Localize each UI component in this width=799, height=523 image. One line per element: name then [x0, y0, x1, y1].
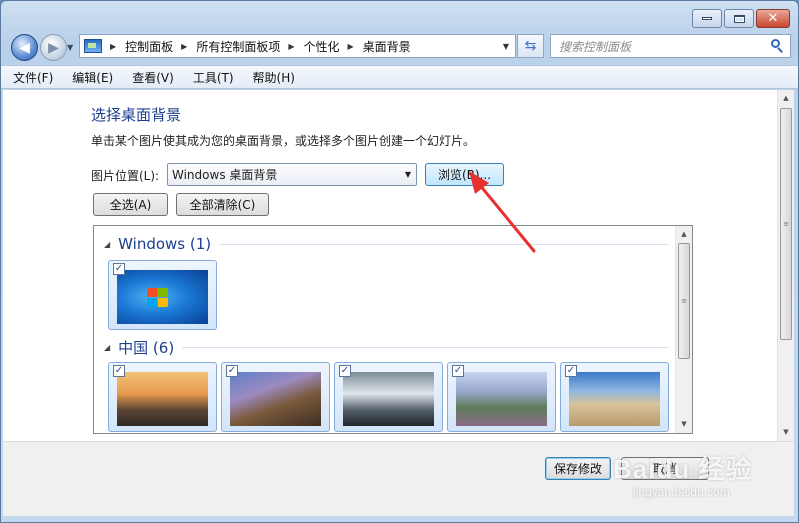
wallpaper-thumbnail[interactable]: ✓ — [334, 362, 443, 432]
save-changes-button[interactable]: 保存修改 — [545, 457, 611, 480]
group-name: Windows (1) — [118, 235, 212, 253]
page-title: 选择桌面背景 — [91, 106, 182, 124]
picture-location-select[interactable]: Windows 桌面背景 ▼ — [167, 163, 417, 186]
breadcrumb-desktop-background[interactable]: 桌面背景 — [363, 38, 411, 55]
back-arrow-icon: ◀ — [19, 39, 30, 56]
thumbnail-checkbox[interactable]: ✓ — [339, 365, 351, 377]
breadcrumb-separator-icon[interactable]: ▶ — [288, 42, 294, 51]
menu-help[interactable]: 帮助(H) — [253, 69, 295, 86]
breadcrumb-control-panel[interactable]: 控制面板 — [125, 38, 173, 55]
thumbnail-checkbox[interactable]: ✓ — [452, 365, 464, 377]
collapse-triangle-icon[interactable]: ◢ — [104, 343, 110, 352]
thumbnail-checkbox[interactable]: ✓ — [226, 365, 238, 377]
group-header-windows[interactable]: ◢ Windows (1) — [104, 235, 669, 253]
content-area: 选择桌面背景 单击某个图片使其成为您的桌面背景，或选择多个图片创建一个幻灯片。 … — [3, 90, 777, 448]
scrollbar-thumb[interactable]: ≡ — [780, 108, 792, 340]
refresh-icon: ⇆ — [524, 38, 537, 54]
wallpaper-thumbnail[interactable]: ✓ — [108, 260, 217, 330]
china-wallpaper-image — [456, 372, 547, 426]
menu-tools[interactable]: 工具(T) — [193, 69, 234, 86]
scroll-down-icon[interactable]: ▼ — [778, 424, 794, 440]
menu-edit[interactable]: 编辑(E) — [72, 69, 113, 86]
maximize-button[interactable] — [724, 9, 754, 28]
wallpaper-thumbnail[interactable]: ✓ — [447, 362, 556, 432]
china-wallpaper-image — [343, 372, 434, 426]
china-wallpaper-image — [230, 372, 321, 426]
maximize-icon — [733, 14, 745, 23]
thumbnail-checkbox[interactable]: ✓ — [113, 263, 125, 275]
breadcrumb-separator-icon[interactable]: ▶ — [348, 42, 354, 51]
forward-button[interactable]: ▶ — [40, 34, 67, 61]
scroll-up-icon[interactable]: ▲ — [676, 226, 692, 242]
page-scrollbar[interactable]: ▲ ≡ ▼ — [777, 90, 794, 441]
baidu-watermark-logo: Baidu 经验 — [613, 454, 753, 484]
breadcrumb-all-items[interactable]: 所有控制面板项 — [196, 38, 280, 55]
close-button[interactable]: ✕ — [756, 9, 790, 28]
wallpaper-thumbnail[interactable]: ✓ — [221, 362, 330, 432]
baidu-watermark-url: jingyan.baidu.com — [633, 485, 730, 499]
back-button[interactable]: ◀ — [11, 34, 38, 61]
search-placeholder: 搜索控制面板 — [559, 39, 632, 54]
close-icon: ✕ — [767, 11, 779, 26]
thumbnail-checkbox[interactable]: ✓ — [113, 365, 125, 377]
control-panel-icon — [84, 39, 102, 53]
forward-arrow-icon: ▶ — [48, 39, 59, 56]
group-divider — [182, 347, 669, 348]
group-header-china[interactable]: ◢ 中国 (6) — [104, 337, 669, 358]
caption-buttons: ✕ — [692, 9, 790, 28]
breadcrumb-separator-icon[interactable]: ▶ — [110, 42, 116, 51]
collapse-triangle-icon[interactable]: ◢ — [104, 240, 110, 249]
recent-pages-dropdown-icon[interactable]: ▼ — [67, 43, 73, 52]
menu-file[interactable]: 文件(F) — [13, 69, 53, 86]
scrollbar-thumb[interactable]: ≡ — [678, 243, 690, 359]
china-wallpaper-image — [117, 372, 208, 426]
control-panel-window: ✕ ◀ ▶ ▼ ▶ 控制面板 ▶ 所有控制面板项 ▶ 个性化 ▶ 桌面背景 ▼ … — [0, 0, 799, 523]
page-description: 单击某个图片使其成为您的桌面背景，或选择多个图片创建一个幻灯片。 — [91, 134, 476, 148]
search-input[interactable]: 搜索控制面板 — [550, 34, 791, 58]
wallpaper-thumbnail[interactable]: ✓ — [560, 362, 669, 432]
breadcrumb-personalization[interactable]: 个性化 — [304, 38, 340, 55]
thumbnail-checkbox[interactable]: ✓ — [565, 365, 577, 377]
select-all-button[interactable]: 全选(A) — [93, 193, 168, 216]
windows-logo-icon — [147, 288, 169, 308]
wallpaper-gallery: ◢ Windows (1) ✓ ◢ 中国 (6) ✓ ✓ ✓ ✓ ✓ ▲ ≡ ▼ — [93, 225, 693, 434]
picture-location-value: Windows 桌面背景 — [172, 168, 278, 182]
search-icon[interactable] — [770, 39, 784, 53]
china-wallpaper-image — [569, 372, 660, 426]
group-name: 中国 (6) — [118, 339, 175, 357]
chevron-down-icon: ▼ — [404, 170, 411, 179]
clear-all-button[interactable]: 全部清除(C) — [176, 193, 269, 216]
minimize-icon — [702, 17, 712, 20]
browse-button[interactable]: 浏览(B)... — [425, 163, 504, 186]
wallpaper-thumbnail[interactable]: ✓ — [108, 362, 217, 432]
address-dropdown-icon[interactable]: ▼ — [503, 42, 509, 51]
menu-bar: 文件(F) 编辑(E) 查看(V) 工具(T) 帮助(H) — [1, 65, 798, 89]
scroll-up-icon[interactable]: ▲ — [778, 90, 794, 106]
windows7-wallpaper-image — [117, 270, 208, 324]
refresh-button[interactable]: ⇆ — [517, 34, 544, 58]
minimize-button[interactable] — [692, 9, 722, 28]
picture-location-label: 图片位置(L): — [91, 169, 160, 183]
group-divider — [219, 243, 669, 245]
breadcrumb-separator-icon[interactable]: ▶ — [181, 42, 187, 51]
scroll-down-icon[interactable]: ▼ — [676, 416, 692, 432]
address-bar[interactable]: ▶ 控制面板 ▶ 所有控制面板项 ▶ 个性化 ▶ 桌面背景 ▼ — [79, 34, 516, 58]
gallery-scrollbar[interactable]: ▲ ≡ ▼ — [675, 226, 692, 433]
menu-view[interactable]: 查看(V) — [132, 69, 174, 86]
